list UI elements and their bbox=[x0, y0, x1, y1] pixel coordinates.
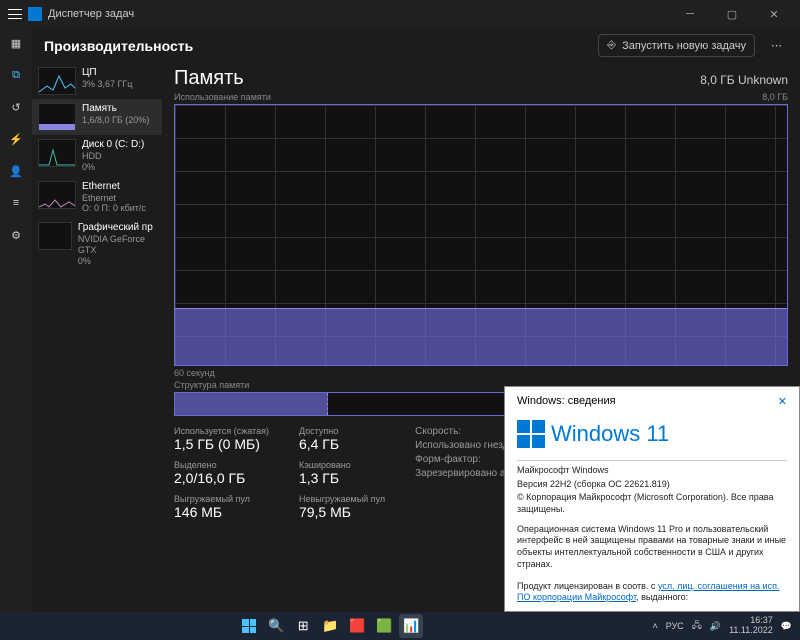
memory-usage-graph[interactable] bbox=[174, 104, 788, 366]
page-header: Производительность ⎆ Запустить новую зад… bbox=[32, 28, 800, 63]
close-button[interactable]: ✕ bbox=[756, 0, 792, 28]
disk-sub2: 0% bbox=[82, 162, 144, 173]
sidebar-item-ethernet[interactable]: EthernetEthernetО: 0 П: 0 кбит/с bbox=[32, 177, 162, 219]
nav-services-icon[interactable]: ⚙ bbox=[7, 226, 25, 244]
winver-license: Продукт лицензирован в соотв. с усл. лиц… bbox=[517, 581, 787, 604]
nav-rail: ▦ ⧉ ↺ ⚡ 👤 ≡ ⚙ bbox=[0, 28, 32, 612]
cpu-name: ЦП bbox=[82, 67, 132, 79]
nav-processes-icon[interactable]: ▦ bbox=[7, 34, 25, 52]
winver-dialog: Windows: сведения ✕ Windows 11 Майкрософ… bbox=[504, 386, 800, 612]
perf-sidebar: ЦП3% 3,67 ГГц Память1,6/8,0 ГБ (20%) Дис… bbox=[32, 63, 162, 612]
sidebar-item-gpu[interactable]: Графический прNVIDIA GeForce GTX0% bbox=[32, 218, 162, 270]
new-task-button[interactable]: ⎆ Запустить новую задачу bbox=[598, 34, 755, 57]
explorer-icon[interactable]: 📁 bbox=[318, 614, 342, 638]
taskmgr-taskbar-icon[interactable]: 📊 bbox=[399, 614, 423, 638]
paged-label: Выгружаемый пул bbox=[174, 494, 269, 504]
gpu-sub2: 0% bbox=[78, 256, 156, 267]
winver-line4: Операционная система Windows 11 Pro и по… bbox=[517, 524, 787, 571]
volume-icon[interactable]: 🔊 bbox=[710, 621, 721, 632]
paged-value: 146 МБ bbox=[174, 504, 269, 520]
nav-history-icon[interactable]: ↺ bbox=[7, 98, 25, 116]
run-icon: ⎆ bbox=[607, 39, 616, 52]
hamburger-icon[interactable] bbox=[8, 9, 22, 19]
sidebar-item-cpu[interactable]: ЦП3% 3,67 ГГц bbox=[32, 63, 162, 99]
nav-startup-icon[interactable]: ⚡ bbox=[7, 130, 25, 148]
commit-label: Выделено bbox=[174, 460, 269, 470]
sidebar-item-memory[interactable]: Память1,6/8,0 ГБ (20%) bbox=[32, 99, 162, 135]
page-title: Производительность bbox=[44, 38, 193, 54]
windows-logo-icon bbox=[517, 420, 545, 448]
app-icon-1[interactable]: 🟥 bbox=[345, 614, 369, 638]
winver-line2: Версия 22H2 (сборка ОС 22621.819) bbox=[517, 479, 787, 491]
avail-label: Доступно bbox=[299, 426, 385, 436]
graph-axis: 60 секунд bbox=[174, 368, 788, 378]
avail-value: 6,4 ГБ bbox=[299, 436, 385, 452]
disk-sub1: HDD bbox=[82, 151, 144, 162]
mem-sub: 1,6/8,0 ГБ (20%) bbox=[82, 115, 149, 126]
task-view-icon[interactable]: ⊞ bbox=[291, 614, 315, 638]
used-label: Используется (сжатая) bbox=[174, 426, 269, 436]
used-value: 1,5 ГБ (0 МБ) bbox=[174, 436, 269, 452]
eth-sub2: О: 0 П: 0 кбит/с bbox=[82, 203, 146, 214]
nav-details-icon[interactable]: ≡ bbox=[7, 194, 25, 212]
system-tray[interactable]: ˄ РУС 🖧 🔊 16:37 11.11.2022 💬 bbox=[653, 616, 793, 636]
titlebar: Диспетчер задач ─ ▢ ✕ bbox=[0, 0, 800, 28]
new-task-label: Запустить новую задачу bbox=[622, 40, 746, 52]
nonpaged-value: 79,5 МБ bbox=[299, 504, 385, 520]
gpu-name: Графический пр bbox=[78, 222, 156, 234]
graph-label-right: 8,0 ГБ bbox=[762, 92, 788, 102]
app-icon-2[interactable]: 🟩 bbox=[372, 614, 396, 638]
detail-total: 8,0 ГБ Unknown bbox=[700, 73, 788, 87]
tray-date[interactable]: 11.11.2022 bbox=[729, 626, 773, 636]
cached-value: 1,3 ГБ bbox=[299, 470, 385, 486]
tray-lang[interactable]: РУС bbox=[666, 621, 684, 631]
cached-label: Кэшировано bbox=[299, 460, 385, 470]
network-icon[interactable]: 🖧 bbox=[692, 618, 702, 634]
tray-chevron-icon[interactable]: ˄ bbox=[653, 621, 658, 631]
eth-name: Ethernet bbox=[82, 181, 146, 193]
cpu-sub: 3% 3,67 ГГц bbox=[82, 79, 132, 90]
start-button[interactable] bbox=[237, 614, 261, 638]
nav-users-icon[interactable]: 👤 bbox=[7, 162, 25, 180]
detail-pane: Память 8,0 ГБ Unknown Использование памя… bbox=[162, 63, 800, 612]
winver-line3: © Корпорация Майкрософт (Microsoft Corpo… bbox=[517, 492, 787, 515]
winver-line1: Майкрософт Windows bbox=[517, 465, 787, 477]
gpu-sub1: NVIDIA GeForce GTX bbox=[78, 234, 156, 256]
detail-title: Память bbox=[174, 67, 244, 90]
mem-name: Память bbox=[82, 103, 149, 115]
graph-label-left: Использование памяти bbox=[174, 92, 271, 102]
sidebar-item-disk[interactable]: Диск 0 (C: D:)HDD0% bbox=[32, 135, 162, 177]
winver-close-button[interactable]: ✕ bbox=[778, 395, 787, 408]
nav-performance-icon[interactable]: ⧉ bbox=[7, 66, 25, 84]
minimize-button[interactable]: ─ bbox=[672, 0, 708, 28]
winver-brand: Windows 11 bbox=[551, 421, 669, 447]
app-icon bbox=[28, 7, 42, 21]
nonpaged-label: Невыгружаемый пул bbox=[299, 494, 385, 504]
commit-value: 2,0/16,0 ГБ bbox=[174, 470, 269, 486]
maximize-button[interactable]: ▢ bbox=[714, 0, 750, 28]
more-button[interactable]: ⋯ bbox=[765, 35, 788, 56]
disk-name: Диск 0 (C: D:) bbox=[82, 139, 144, 151]
notifications-icon[interactable]: 💬 bbox=[781, 621, 792, 632]
search-icon[interactable]: 🔍 bbox=[264, 614, 288, 638]
taskbar: 🔍 ⊞ 📁 🟥 🟩 📊 ˄ РУС 🖧 🔊 16:37 11.11.2022 💬 bbox=[0, 612, 800, 640]
eth-sub1: Ethernet bbox=[82, 193, 146, 204]
window-title: Диспетчер задач bbox=[48, 8, 134, 20]
winver-title: Windows: сведения bbox=[517, 395, 616, 408]
